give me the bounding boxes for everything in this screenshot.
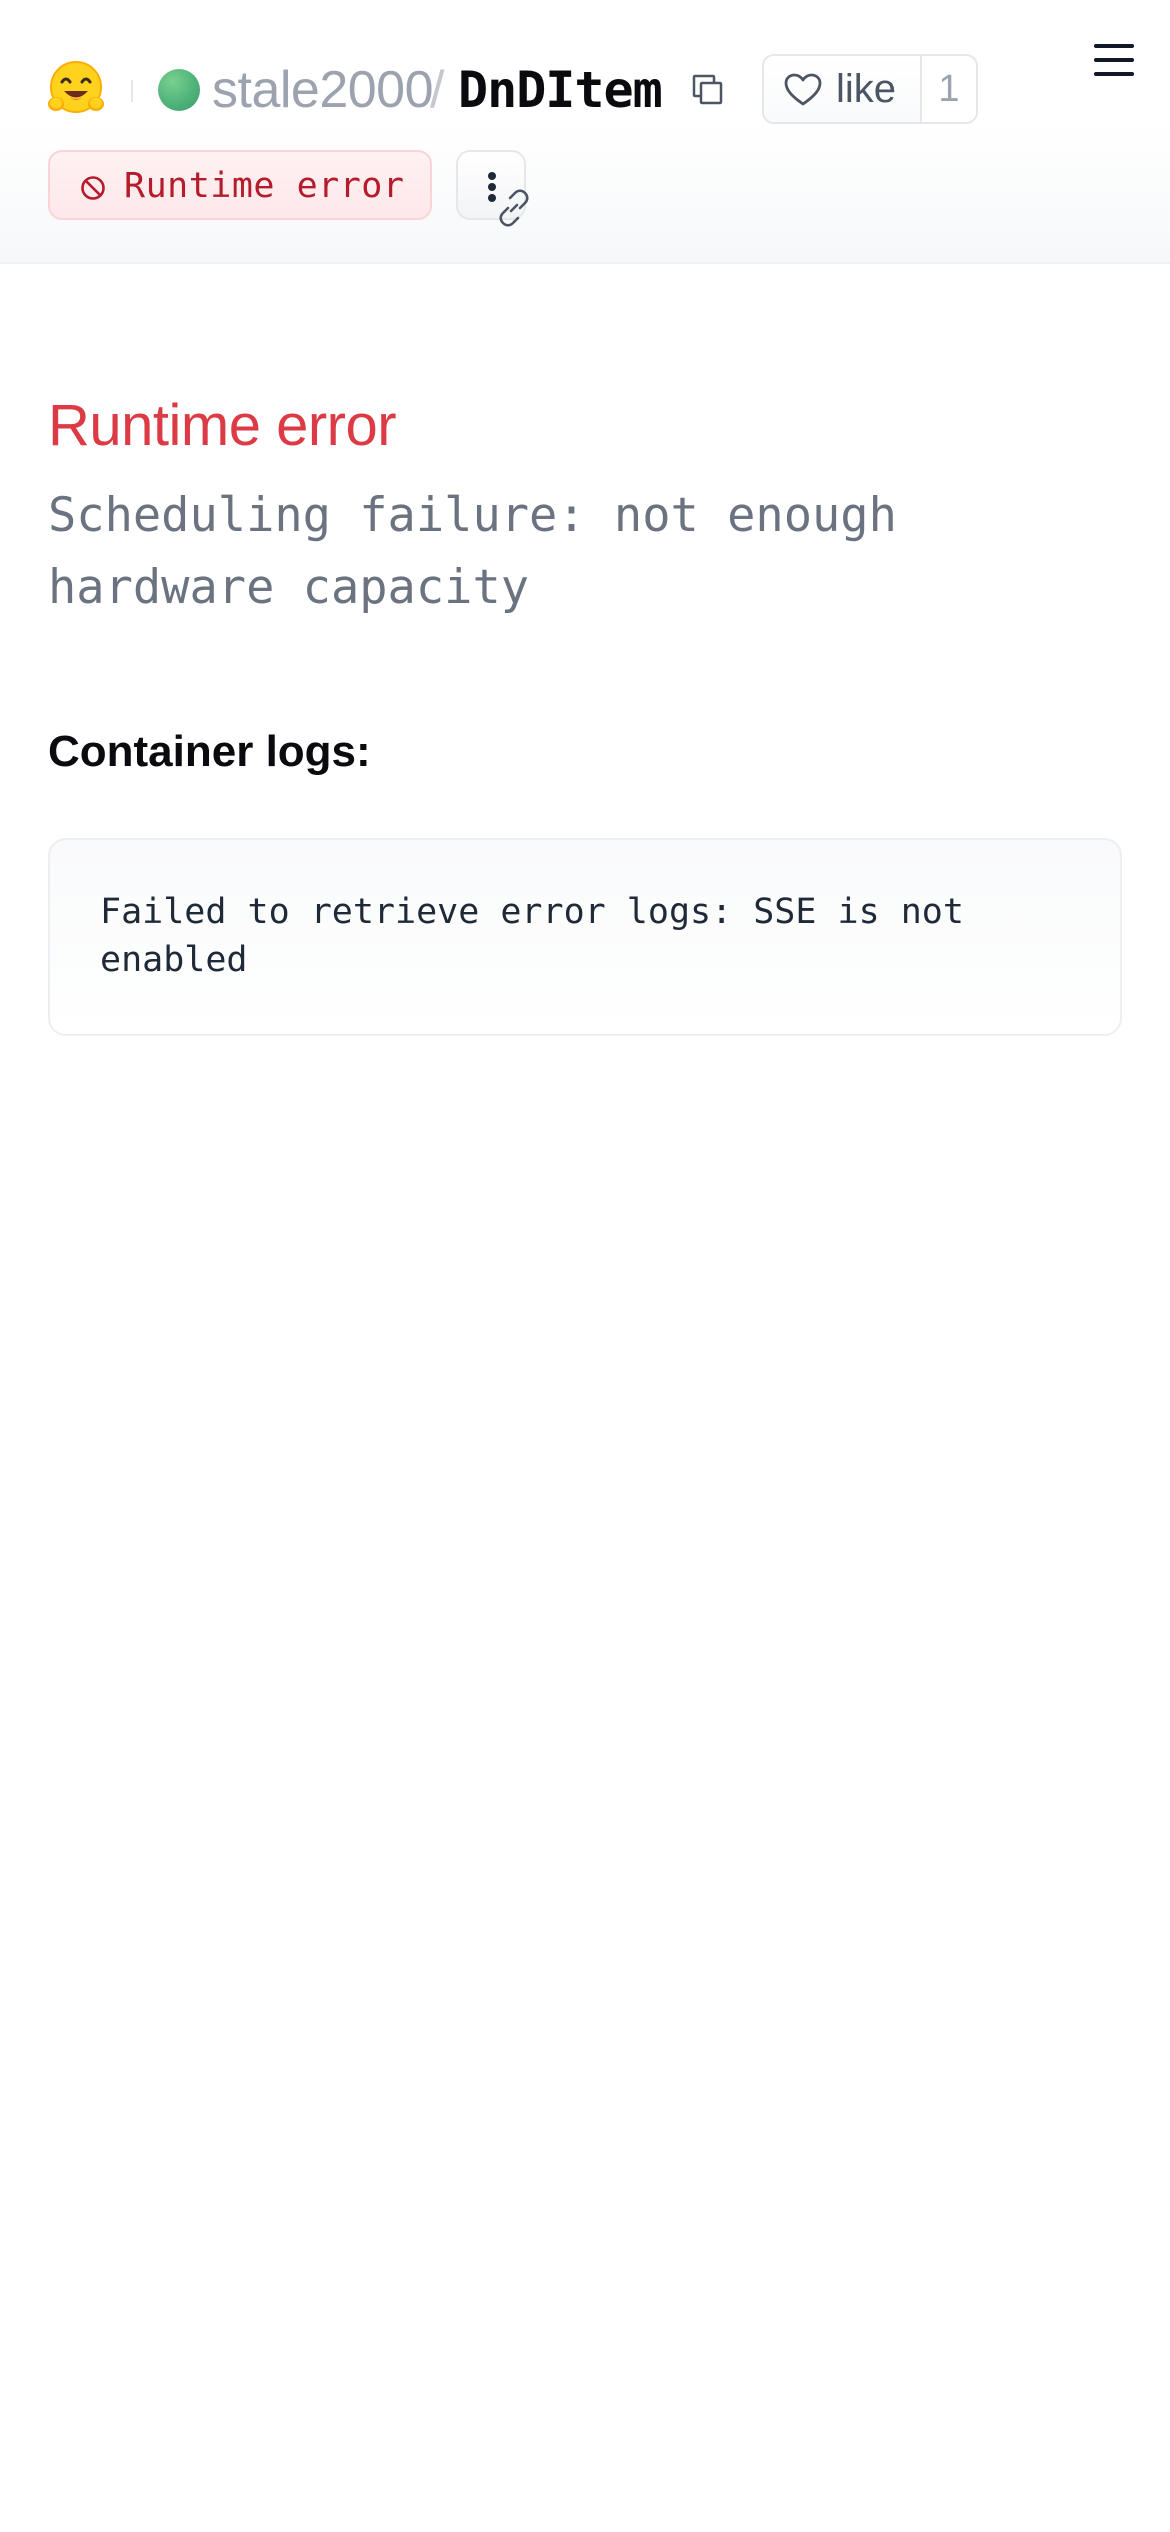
like-group: like 1 xyxy=(762,54,978,124)
status-label: Runtime error xyxy=(124,166,405,206)
copy-icon[interactable] xyxy=(690,72,726,108)
more-vertical-icon xyxy=(488,172,496,180)
hamburger-menu-icon[interactable] xyxy=(1092,42,1136,78)
like-count[interactable]: 1 xyxy=(922,64,976,114)
status-badge[interactable]: Runtime error xyxy=(48,150,432,220)
owner-link[interactable]: stale2000 xyxy=(212,58,434,122)
repo-name-link[interactable]: DnDItem xyxy=(458,58,663,122)
container-logs-heading: Container logs: xyxy=(48,727,371,776)
like-label: like xyxy=(836,67,897,111)
ban-icon xyxy=(81,176,105,200)
heart-icon xyxy=(784,73,822,106)
error-message: Scheduling failure: not enough hardware … xyxy=(48,488,897,615)
space-header: stale2000 / DnDItem like 1 Runtime error xyxy=(0,0,1170,264)
owner-avatar[interactable] xyxy=(158,69,200,111)
link-icon[interactable] xyxy=(494,188,534,228)
container-logs-box: Failed to retrieve error logs: SSE is no… xyxy=(48,838,1122,1036)
error-title: Runtime error xyxy=(48,393,397,458)
like-button[interactable]: like xyxy=(764,56,920,122)
container-logs-text: Failed to retrieve error logs: SSE is no… xyxy=(100,892,964,980)
hugging-face-logo[interactable] xyxy=(46,60,106,118)
header-divider xyxy=(131,80,133,102)
path-separator: / xyxy=(430,61,445,119)
